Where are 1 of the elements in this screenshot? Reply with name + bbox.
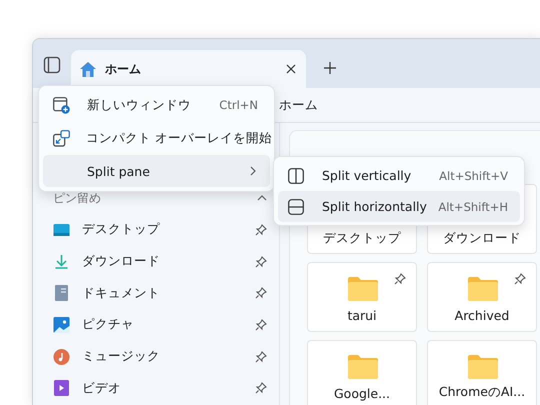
section-heading: ピン留め	[53, 190, 101, 206]
